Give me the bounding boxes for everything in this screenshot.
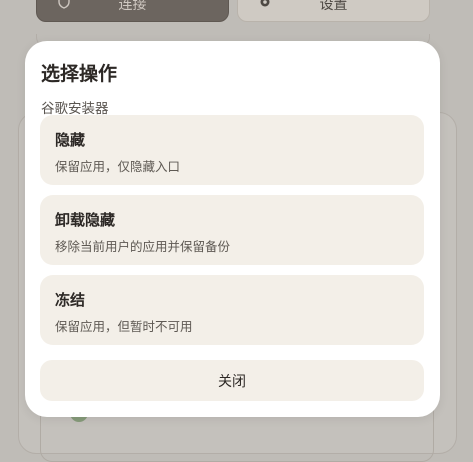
hide-option[interactable]: 隐藏 保留应用，仅隐藏入口: [40, 115, 424, 185]
settings-button: 设置: [237, 0, 430, 22]
uninstall-hide-option[interactable]: 卸载隐藏 移除当前用户的应用并保留备份: [40, 195, 424, 265]
option-title: 隐藏: [55, 131, 86, 149]
option-title: 卸载隐藏: [55, 211, 116, 229]
option-description: 移除当前用户的应用并保留备份: [55, 239, 231, 254]
action-dialog: 选择操作 谷歌安装器 隐藏 保留应用，仅隐藏入口 卸载隐藏 移除当前用户的应用并…: [25, 41, 440, 417]
freeze-option[interactable]: 冻结 保留应用，但暂时不可用: [40, 275, 424, 345]
connect-button: 连接: [36, 0, 229, 22]
dialog-title: 选择操作: [41, 63, 118, 85]
shield-icon: [58, 0, 70, 9]
close-button[interactable]: 关闭: [40, 360, 424, 401]
option-description: 保留应用，仅隐藏入口: [55, 159, 181, 174]
gear-icon: [260, 0, 270, 7]
option-title: 冻结: [55, 291, 86, 309]
settings-label: 设置: [319, 0, 348, 13]
dialog-subtitle: 谷歌安装器: [41, 101, 109, 117]
option-description: 保留应用，但暂时不可用: [55, 319, 193, 334]
connect-label: 连接: [118, 0, 147, 13]
